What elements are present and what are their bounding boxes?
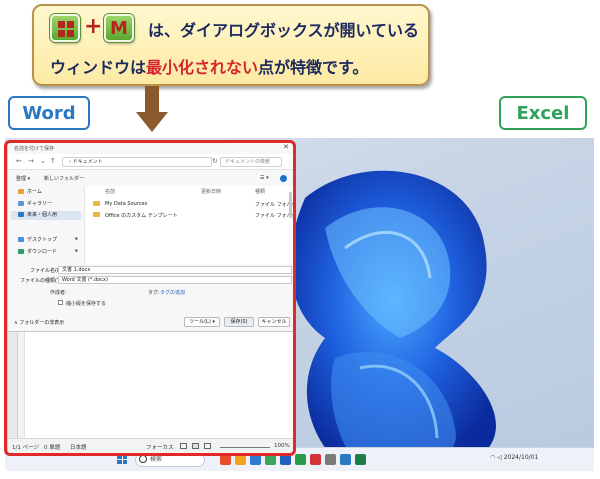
address-bar[interactable]: › ドキュメント — [62, 157, 212, 167]
dialog-search-input[interactable]: ドキュメントの検索 — [220, 157, 282, 167]
app-icon-7[interactable] — [310, 454, 321, 465]
column-type[interactable]: 種類 — [255, 188, 265, 195]
folder-icon — [93, 201, 100, 206]
filename-field[interactable]: 文書 1.docx — [58, 266, 292, 274]
file-list: 名前 更新日時 種類 My Data Sources ファイル フォルダー Of… — [84, 186, 293, 264]
scrollbar[interactable] — [289, 192, 292, 218]
home-icon — [18, 189, 24, 194]
vertical-ruler — [8, 332, 18, 438]
callout-line-1: は、ダイアログボックスが開いている — [148, 21, 420, 40]
sidebar-item-downloads[interactable]: ダウンロード ✱ — [18, 248, 82, 255]
zoom-slider[interactable] — [220, 447, 270, 448]
page-count[interactable]: 1/1 ページ — [12, 443, 39, 451]
zoom-level[interactable]: 100% — [274, 443, 290, 449]
print-layout-icon[interactable] — [192, 443, 199, 449]
pin-icon: ✱ — [74, 236, 78, 241]
app-icon-2[interactable] — [235, 454, 246, 465]
gallery-icon — [18, 201, 24, 206]
read-mode-icon[interactable] — [180, 443, 187, 449]
arrow-down-icon — [145, 86, 159, 114]
wifi-icon: ◠ — [490, 454, 496, 461]
language-indicator[interactable]: 日本語 — [70, 443, 87, 451]
callout-box: + M は、ダイアログボックスが開いている ウィンドウは最小化されない点が特徴で… — [32, 4, 430, 86]
back-arrow-icon[interactable]: ← — [16, 157, 22, 165]
new-folder-button[interactable]: 新しいフォルダー — [44, 175, 84, 182]
hide-folders-button[interactable]: ∧ フォルダーの非表示 — [14, 319, 64, 326]
save-as-dialog: 名前を付けて保存 ✕ ← → ⌄ ↑ › ドキュメント ↻ ドキュメントの検索 … — [8, 142, 293, 332]
pin-icon: ✱ — [74, 248, 78, 253]
focus-button[interactable]: フォーカス — [146, 443, 174, 451]
thumbnail-checkbox[interactable] — [58, 300, 63, 305]
web-layout-icon[interactable] — [204, 443, 211, 449]
start-icon[interactable] — [117, 454, 127, 464]
m-key: M — [104, 14, 134, 42]
tools-button[interactable]: ツール(L) ▾ — [184, 317, 220, 327]
emphasis-text: 最小化されない — [146, 58, 259, 77]
chevron-down-icon[interactable]: ⌄ — [40, 157, 46, 165]
forward-arrow-icon[interactable]: → — [28, 157, 34, 165]
word-window: 名前を付けて保存 ✕ ← → ⌄ ↑ › ドキュメント ↻ ドキュメントの検索 … — [7, 141, 294, 454]
app-icon-8[interactable] — [325, 454, 336, 465]
download-icon — [18, 249, 24, 254]
cancel-button[interactable]: キャンセル — [258, 317, 290, 327]
plus-sign: + — [84, 14, 103, 39]
close-icon[interactable]: ✕ — [283, 143, 289, 151]
word-count[interactable]: 0 単語 — [44, 443, 60, 451]
arrow-head-icon — [136, 112, 168, 132]
system-tray[interactable]: ◠ ◁ 2024/10/01 — [490, 454, 538, 461]
filetype-select[interactable]: Word 文書 (*.docx) — [58, 276, 292, 284]
dialog-footer: ∧ フォルダーの非表示 ツール(L) ▾ 保存(S) キャンセル — [8, 314, 293, 332]
excel-label: Excel — [499, 96, 587, 130]
folder-icon — [93, 212, 100, 217]
dialog-sidebar: ホーム ギャラリー 未来・個人用 デスクトップ ✱ ダウンロード ✱ — [8, 186, 82, 264]
document-page[interactable] — [24, 332, 293, 438]
tag-label: タグ: — [148, 290, 160, 296]
author-label: 作成者: — [50, 290, 67, 296]
app-icon-9[interactable] — [340, 454, 351, 465]
windows-key-icon — [50, 14, 80, 42]
dialog-title: 名前を付けて保存 — [14, 146, 55, 152]
organize-button[interactable]: 整理 ▾ — [16, 175, 30, 182]
sidebar-item-personal[interactable]: 未来・個人用 — [11, 211, 81, 220]
volume-icon: ◁ — [497, 454, 502, 461]
word-taskbar-icon[interactable] — [280, 454, 291, 465]
callout-line-2: ウィンドウは最小化されない点が特徴です。 — [50, 58, 369, 77]
thumbnail-label: 縮小版を保存する — [66, 301, 107, 307]
excel-taskbar-icon[interactable] — [295, 454, 306, 465]
list-item[interactable]: My Data Sources ファイル フォルダー — [85, 200, 293, 209]
tag-field[interactable]: タグの追加 — [160, 289, 185, 296]
clock: 2024/10/01 — [503, 454, 539, 461]
sidebar-item-desktop[interactable]: デスクトップ ✱ — [18, 236, 82, 243]
view-button[interactable]: ☰ ▾ — [260, 175, 269, 181]
search-icon — [139, 455, 147, 463]
word-label: Word — [8, 96, 90, 130]
sidebar-item-gallery[interactable]: ギャラリー — [18, 200, 52, 207]
app-icon-4[interactable] — [265, 454, 276, 465]
refresh-icon[interactable]: ↻ — [212, 157, 218, 165]
app-icon-10[interactable] — [355, 454, 366, 465]
up-arrow-icon[interactable]: ↑ — [50, 157, 56, 165]
word-document-area — [8, 332, 293, 438]
taskbar-search-input[interactable]: 検索 — [135, 453, 205, 467]
cloud-icon — [18, 212, 24, 217]
dialog-nav-bar: ← → ⌄ ↑ › ドキュメント ↻ ドキュメントの検索 — [8, 154, 293, 170]
list-item[interactable]: Office のカスタム テンプレート ファイル フォルダー — [85, 211, 293, 220]
desktop-icon — [18, 237, 24, 242]
app-icon-3[interactable] — [250, 454, 261, 465]
sidebar-item-home[interactable]: ホーム — [18, 188, 42, 195]
word-status-bar: 1/1 ページ 0 単語 日本語 フォーカス 100% — [8, 438, 293, 453]
dialog-toolbar: 整理 ▾ 新しいフォルダー ☰ ▾ — [8, 172, 293, 184]
column-date[interactable]: 更新日時 — [201, 188, 221, 195]
help-icon[interactable] — [280, 175, 287, 182]
app-icon-1[interactable] — [220, 454, 231, 465]
save-button[interactable]: 保存(S) — [224, 317, 254, 327]
column-name[interactable]: 名前 — [105, 188, 115, 195]
